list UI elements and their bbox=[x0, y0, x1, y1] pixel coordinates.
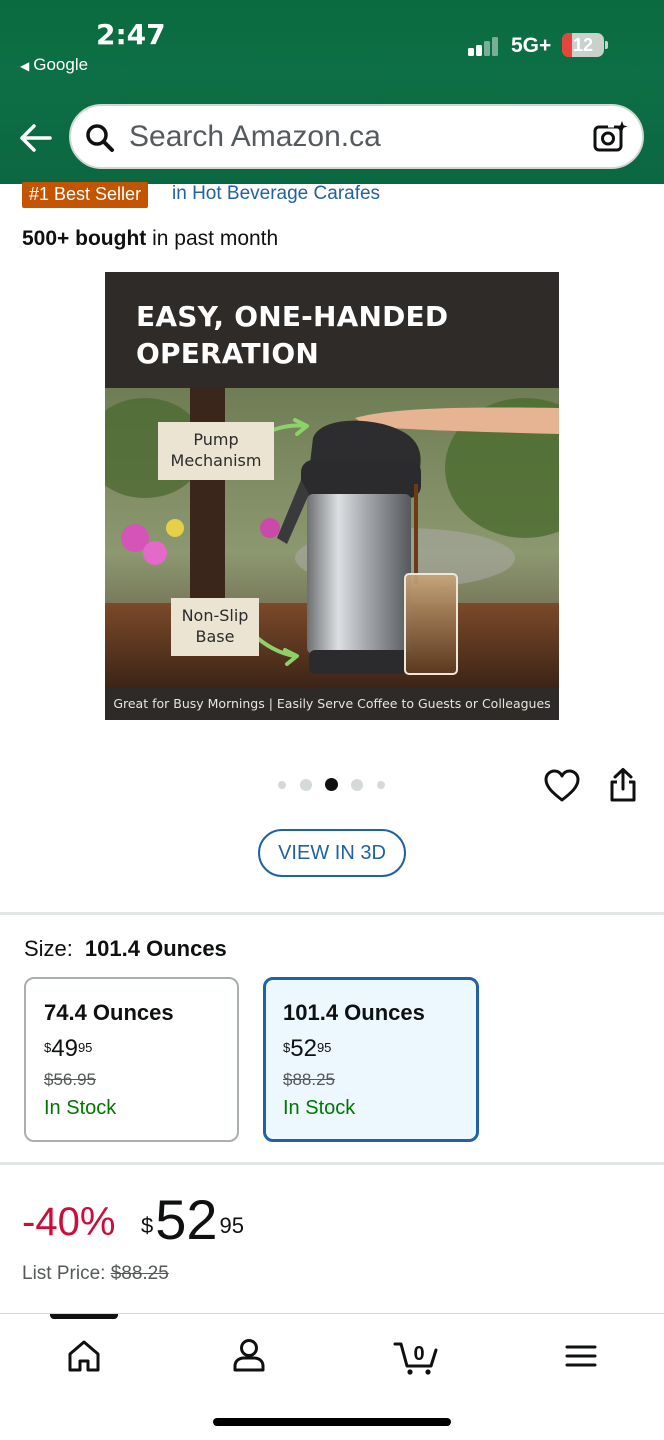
account-icon[interactable] bbox=[227, 1334, 271, 1378]
non-slip-base-label: Non-Slip Base bbox=[171, 598, 259, 656]
cellular-signal-icon bbox=[468, 36, 504, 56]
list-price-label: List Price: bbox=[22, 1263, 106, 1284]
discount-percentage: -40% bbox=[22, 1200, 116, 1244]
list-price-value: $88.25 bbox=[110, 1263, 169, 1284]
price-whole: 52 bbox=[290, 1035, 317, 1062]
network-type: 5G+ bbox=[511, 34, 552, 57]
best-seller-category-link[interactable]: in Hot Beverage Carafes bbox=[172, 182, 380, 206]
back-to-app-link[interactable]: ◀ Google bbox=[20, 55, 88, 75]
battery-level: 12 bbox=[572, 35, 594, 55]
camera-search-icon[interactable] bbox=[592, 120, 628, 154]
best-seller-badge[interactable]: #1 Best Seller bbox=[22, 182, 149, 208]
size-label: Size: 101.4 Ounces bbox=[24, 936, 227, 962]
list-price: List Price: $88.25 bbox=[22, 1263, 169, 1285]
product-image-headline: EASY, ONE-HANDED OPERATION bbox=[136, 300, 449, 370]
pump-mechanism-label: Pump Mechanism bbox=[158, 422, 274, 480]
product-image-banner: EASY, ONE-HANDED OPERATION bbox=[105, 272, 559, 388]
battery-icon: 12 bbox=[562, 33, 604, 57]
price: $5295 bbox=[141, 1190, 244, 1265]
product-image-caption: Great for Busy Mornings | Easily Serve C… bbox=[105, 688, 559, 720]
price-whole: 52 bbox=[155, 1188, 218, 1251]
price-currency: $ bbox=[44, 1040, 52, 1055]
size-option-stock: In Stock bbox=[44, 1097, 117, 1119]
price-currency: $ bbox=[141, 1213, 154, 1238]
bought-count-bold: 500+ bought bbox=[22, 227, 147, 250]
size-option-name: 101.4 Ounces bbox=[283, 1000, 425, 1025]
base-label-line2: Base bbox=[195, 627, 235, 646]
carousel-dots[interactable] bbox=[276, 777, 388, 793]
carousel-dot[interactable] bbox=[300, 779, 312, 791]
active-tab-indicator bbox=[50, 1314, 118, 1319]
search-bar[interactable] bbox=[69, 104, 644, 169]
share-icon[interactable] bbox=[606, 767, 640, 803]
cart-count: 0 bbox=[413, 1343, 424, 1365]
bought-count-rest: in past month bbox=[146, 227, 279, 250]
size-option-list-price: $56.95 bbox=[44, 1070, 96, 1089]
size-option-74oz[interactable]: 74.4 Ounces $4995 $56.95 In Stock bbox=[24, 977, 239, 1142]
size-option-101oz-selected[interactable]: 101.4 Ounces $5295 $88.25 In Stock bbox=[263, 977, 479, 1142]
bottom-tab-bar: 0 bbox=[0, 1313, 664, 1440]
heart-icon[interactable] bbox=[543, 768, 581, 804]
pump-label-line1: Pump bbox=[193, 430, 239, 449]
home-icon[interactable] bbox=[62, 1334, 106, 1378]
size-option-name: 74.4 Ounces bbox=[44, 1000, 174, 1025]
divider bbox=[0, 912, 664, 915]
pump-label-line2: Mechanism bbox=[170, 451, 262, 470]
battery-tip bbox=[605, 41, 608, 49]
carousel-dot[interactable] bbox=[377, 781, 385, 789]
size-option-stock: In Stock bbox=[283, 1097, 356, 1119]
carousel-dot[interactable] bbox=[278, 781, 286, 789]
price-whole: 49 bbox=[51, 1035, 78, 1062]
size-label-text: Size: bbox=[24, 936, 73, 961]
product-image[interactable]: EASY, ONE-HANDED OPERATION Pump Mechanis… bbox=[105, 272, 559, 720]
price-currency: $ bbox=[283, 1040, 291, 1055]
app-header: 2:47 ◀ Google 5G+ 12 bbox=[0, 0, 664, 184]
carousel-dot[interactable] bbox=[351, 779, 363, 791]
back-arrow-icon[interactable] bbox=[16, 118, 56, 158]
size-option-price: $5295 bbox=[283, 1036, 461, 1062]
back-app-label: Google bbox=[33, 55, 89, 74]
home-indicator bbox=[213, 1418, 451, 1426]
price-fraction: 95 bbox=[77, 1040, 93, 1055]
back-triangle-icon: ◀ bbox=[20, 59, 30, 73]
view-in-3d-button[interactable]: VIEW IN 3D bbox=[258, 829, 406, 877]
size-selected-value: 101.4 Ounces bbox=[84, 936, 227, 961]
carousel-dot-active[interactable] bbox=[325, 778, 338, 791]
price-fraction: 95 bbox=[316, 1040, 332, 1055]
search-input[interactable] bbox=[129, 106, 569, 167]
menu-icon[interactable] bbox=[559, 1334, 603, 1378]
divider bbox=[0, 1162, 664, 1165]
size-option-list-price: $88.25 bbox=[283, 1070, 335, 1089]
base-label-line1: Non-Slip bbox=[181, 606, 249, 625]
price-fraction: 95 bbox=[219, 1213, 245, 1238]
size-option-price: $4995 bbox=[44, 1036, 221, 1062]
status-time: 2:47 bbox=[96, 18, 166, 51]
bought-count: 500+ bought in past month bbox=[22, 227, 278, 251]
cart-icon[interactable]: 0 bbox=[393, 1334, 441, 1378]
search-icon bbox=[86, 124, 114, 152]
